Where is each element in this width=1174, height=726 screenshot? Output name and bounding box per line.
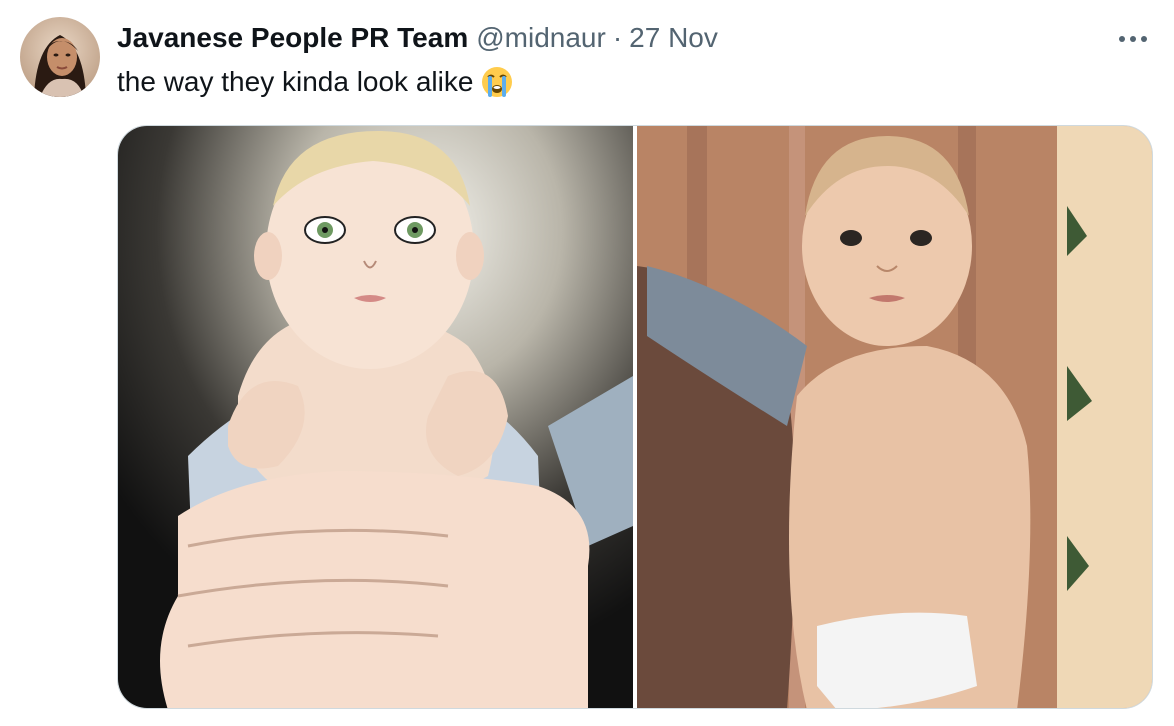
more-horizontal-icon	[1119, 36, 1147, 42]
baby-photo-image	[637, 126, 1152, 708]
tweet-header: Javanese People PR Team @midnaur · 27 No…	[117, 18, 718, 58]
more-options-button[interactable]	[1110, 24, 1156, 54]
tweet-card[interactable]: Javanese People PR Team @midnaur · 27 No…	[0, 0, 1174, 726]
media-grid	[117, 125, 1153, 709]
author-display-name[interactable]: Javanese People PR Team	[117, 18, 468, 58]
tweet-text: the way they kinda look alike	[117, 60, 514, 104]
illustrated-baby-image	[118, 126, 633, 708]
author-handle[interactable]: @midnaur	[476, 18, 606, 58]
tweet-text-content: the way they kinda look alike	[117, 66, 474, 97]
tweet-date[interactable]: 27 Nov	[629, 18, 718, 58]
header-separator: ·	[612, 22, 623, 53]
author-avatar[interactable]	[20, 17, 100, 97]
avatar-photo-icon	[20, 17, 100, 97]
loudly-crying-face-icon	[480, 65, 514, 99]
media-image-1[interactable]	[118, 126, 633, 708]
media-image-2[interactable]	[637, 126, 1152, 708]
